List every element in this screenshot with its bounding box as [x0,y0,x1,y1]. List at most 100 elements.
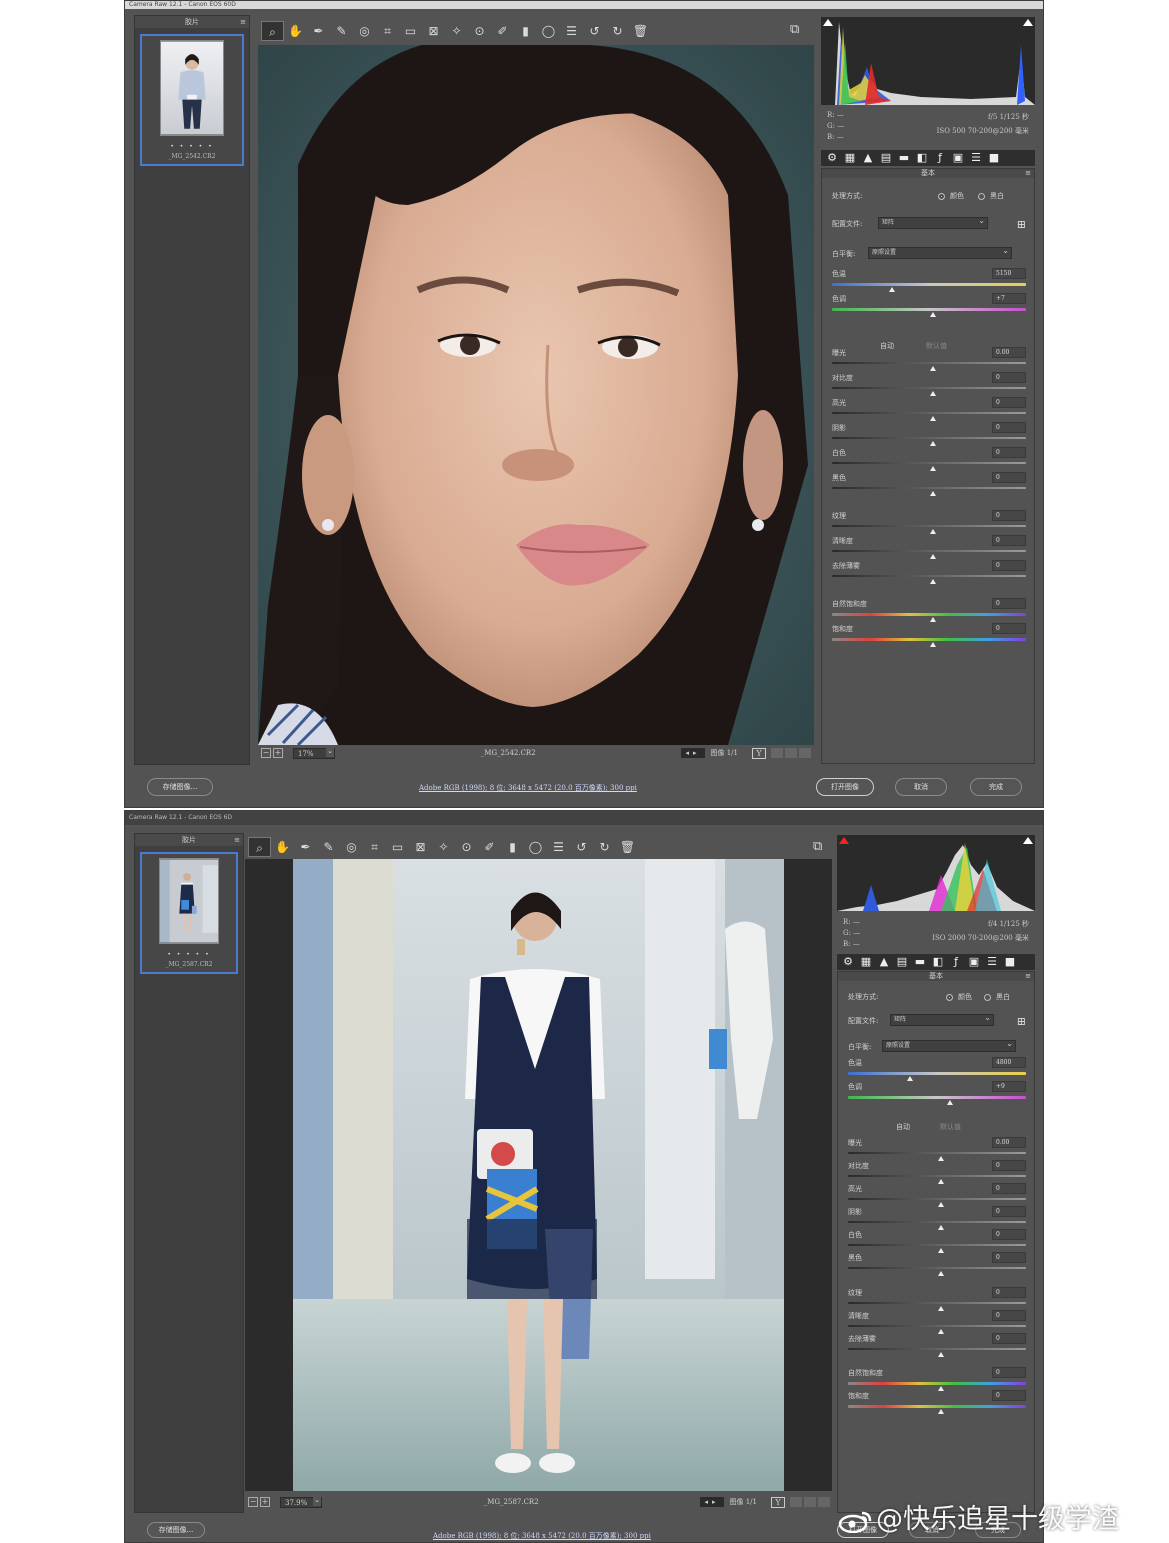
zoom-level-select[interactable]: 37.9% [280,1494,322,1508]
workflow-options-link[interactable]: Adobe RGB (1998); 8 位; 3648 x 5472 (20.0… [433,1531,651,1541]
slider-track[interactable] [848,1096,1026,1099]
hand-icon[interactable]: ✋ [284,21,307,41]
zoom-in-button[interactable]: + [273,748,283,758]
workflow-options-link[interactable]: Adobe RGB (1998); 8 位; 3648 x 5472 (20.0… [419,783,637,793]
zoom-out-button[interactable]: − [248,1497,258,1507]
slider-track[interactable] [848,1348,1026,1350]
slider-value-field[interactable]: 0 [992,1252,1026,1263]
filmstrip-thumbnail[interactable]: • • • • • _MG_2587.CR2 [140,852,238,974]
slider-value-field[interactable]: 0 [992,1206,1026,1217]
zoom-icon[interactable]: ⌕ [248,837,271,857]
done-button[interactable]: 完成 [970,778,1022,796]
save-image-button[interactable]: 存储图像... [147,1522,205,1538]
thumbnail-rating[interactable]: • • • • • [142,951,236,958]
slider-thumb[interactable] [929,491,936,496]
zoom-level-select[interactable]: 17% [293,745,335,759]
graduated-filter-icon[interactable]: ▮ [514,21,537,41]
tab-basic-icon[interactable]: ⚙ [841,955,855,968]
target-adjust-icon[interactable]: ◎ [353,21,376,41]
slider-value-field[interactable]: 0 [992,535,1026,546]
tab-lens-icon[interactable]: ◧ [915,151,929,164]
before-after-toggle[interactable]: Y [771,1496,785,1508]
slider-value-field[interactable]: 0 [992,1333,1026,1344]
slider-track[interactable] [832,387,1026,389]
slider-thumb[interactable] [946,1100,953,1105]
transform-icon[interactable]: ⊠ [422,21,445,41]
profile-select[interactable]: 矩阵 [890,1013,994,1026]
slider-value-field[interactable]: +7 [992,293,1026,304]
slider-track[interactable] [848,1244,1026,1246]
slider-track[interactable] [848,1175,1026,1177]
crop-icon[interactable]: ⌗ [363,837,386,857]
preferences-icon[interactable]: ☰ [560,21,583,41]
slider-thumb[interactable] [929,642,936,647]
zoom-in-button[interactable]: + [260,1497,270,1507]
before-after-settings-icon[interactable] [818,1497,830,1507]
adjustment-brush-icon[interactable]: ✐ [478,837,501,857]
cancel-button[interactable]: 取消 [895,778,947,796]
slider-thumb[interactable] [937,1352,944,1357]
slider-value-field[interactable]: 0 [992,1287,1026,1298]
fullscreen-toggle-icon[interactable]: ⧉ [790,22,799,37]
slider-track[interactable] [832,613,1026,616]
slider-track[interactable] [832,487,1026,489]
slider-track[interactable] [848,1198,1026,1200]
zoom-icon[interactable]: ⌕ [261,21,284,41]
spot-removal-icon[interactable]: ✧ [432,837,455,857]
before-after-settings-icon[interactable] [799,748,811,758]
slider-track[interactable] [832,525,1026,527]
white-balance-select[interactable]: 原照设置 [868,246,1012,259]
tab-presets-icon[interactable]: ☰ [985,955,999,968]
slider-value-field[interactable]: 4800 [992,1057,1026,1068]
slider-track[interactable] [848,1072,1026,1075]
white-balance-icon[interactable]: ✒ [294,837,317,857]
tab-effects-icon[interactable]: ƒ [949,955,963,968]
profile-browser-icon[interactable]: ⊞ [1017,1015,1026,1029]
before-after-swap-icon[interactable] [790,1497,802,1507]
slider-track[interactable] [848,1221,1026,1223]
slider-track[interactable] [832,362,1026,364]
profile-select[interactable]: 矩阵 [878,216,988,229]
radial-filter-icon[interactable]: ◯ [524,837,547,857]
tab-effects-icon[interactable]: ƒ [933,151,947,164]
tab-snapshots-icon[interactable]: ■ [1003,955,1017,968]
slider-track[interactable] [848,1405,1026,1408]
red-eye-icon[interactable]: ⊙ [468,21,491,41]
slider-value-field[interactable]: 5150 [992,268,1026,279]
tab-hsl-icon[interactable]: ▤ [895,955,909,968]
image-nav-arrows[interactable]: ◂▸ [700,1497,724,1507]
slider-value-field[interactable]: 0 [992,1390,1026,1401]
tab-split-toning-icon[interactable]: ▬ [913,955,927,968]
slider-value-field[interactable]: 0.00 [992,347,1026,358]
slider-thumb[interactable] [929,579,936,584]
tab-basic-icon[interactable]: ⚙ [825,151,839,164]
spot-removal-icon[interactable]: ✧ [445,21,468,41]
straighten-icon[interactable]: ▭ [399,21,422,41]
tab-calibration-icon[interactable]: ▣ [967,955,981,968]
tab-hsl-icon[interactable]: ▤ [879,151,893,164]
slider-track[interactable] [848,1302,1026,1304]
slider-value-field[interactable]: 0 [992,560,1026,571]
crop-icon[interactable]: ⌗ [376,21,399,41]
rotate-right-icon[interactable]: ↻ [606,21,629,41]
slider-track[interactable] [832,437,1026,439]
slider-value-field[interactable]: 0 [992,1183,1026,1194]
straighten-icon[interactable]: ▭ [386,837,409,857]
graduated-filter-icon[interactable]: ▮ [501,837,524,857]
treatment-color-radio[interactable] [938,193,945,200]
zoom-out-button[interactable]: − [261,748,271,758]
color-sampler-icon[interactable]: ✎ [317,837,340,857]
slider-value-field[interactable]: 0 [992,598,1026,609]
treatment-color-radio[interactable] [946,994,953,1001]
color-sampler-icon[interactable]: ✎ [330,21,353,41]
slider-thumb[interactable] [937,1271,944,1276]
white-balance-icon[interactable]: ✒ [307,21,330,41]
slider-value-field[interactable]: 0 [992,422,1026,433]
open-image-button[interactable]: 打开图像 [816,778,874,796]
filmstrip-menu-icon[interactable]: ≡ [234,834,240,846]
transform-icon[interactable]: ⊠ [409,837,432,857]
slider-track[interactable] [832,638,1026,641]
slider-value-field[interactable]: 0 [992,372,1026,383]
tab-detail-icon[interactable]: ▲ [861,151,875,164]
adjustment-brush-icon[interactable]: ✐ [491,21,514,41]
